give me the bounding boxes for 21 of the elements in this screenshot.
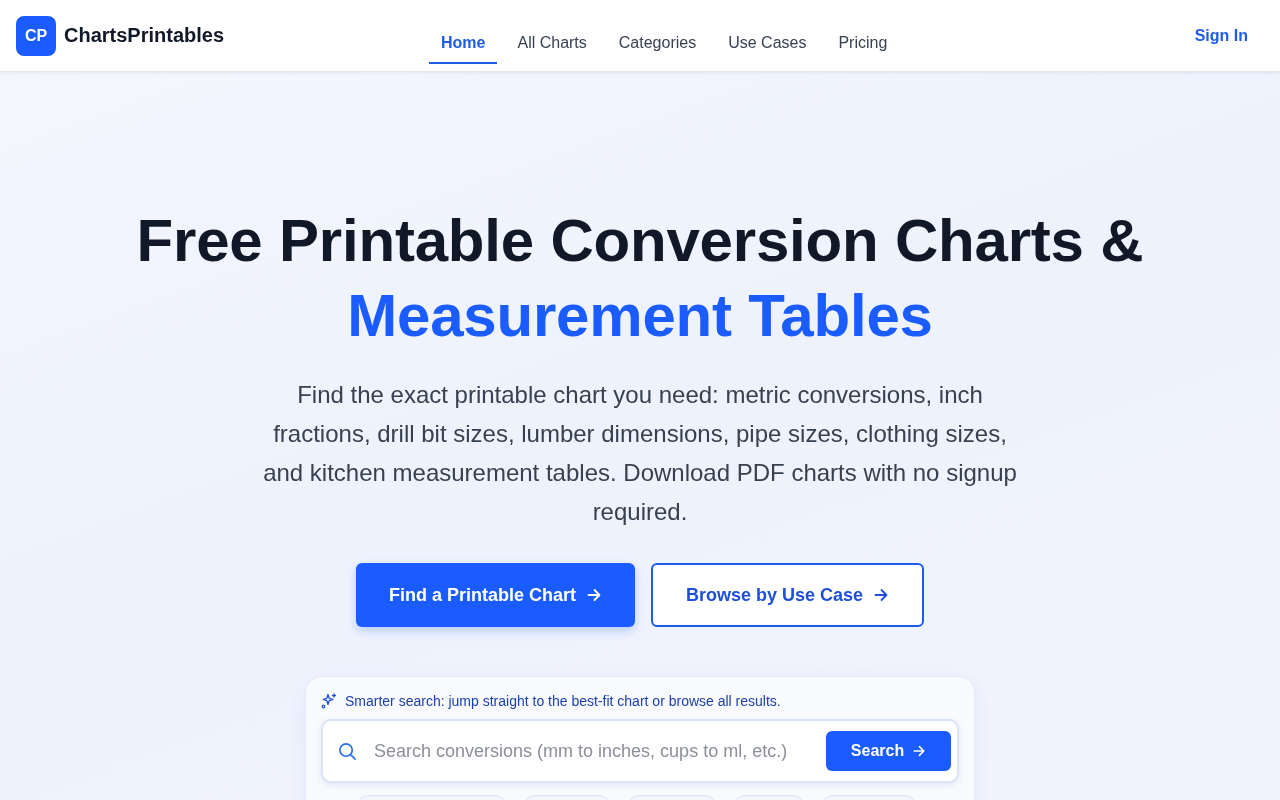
- search-field[interactable]: Search conversions (mm to inches, cups to ml, etc.) Search: [321, 719, 959, 783]
- nav-link[interactable]: Categories: [602, 24, 713, 64]
- nav-link[interactable]: Pricing: [822, 24, 904, 64]
- sparkle-icon: [321, 693, 337, 709]
- search-button[interactable]: Search: [826, 731, 951, 771]
- search-icon: [338, 741, 357, 761]
- nav-link[interactable]: Use Cases: [712, 24, 823, 64]
- arrow-right-icon: [586, 587, 602, 603]
- arrow-right-icon: [873, 587, 890, 603]
- arrow-right-icon: [912, 744, 927, 758]
- hero-description: Find the exact printable chart you need: metric conversions, inch fractions, drill bit sizes, lumber dimensions, pipe sizes, clothing sizes, and kitchen measurement tables. Download PDF charts with no signup required.: [262, 380, 1018, 527]
- brand-name[interactable]: ChartsPrintables: [64, 24, 225, 47]
- search-hint: Smarter search: jump straight to the best-fit chart or browse all results.: [345, 693, 781, 709]
- sign-in-link[interactable]: Sign In: [1194, 26, 1248, 45]
- hero-title-highlight: Measurement Tables: [347, 281, 933, 351]
- nav-link[interactable]: All Charts: [501, 24, 603, 64]
- find-chart-button[interactable]: Find a Printable Chart: [356, 563, 635, 627]
- logo-mark[interactable]: CP: [16, 15, 56, 56]
- nav-link[interactable]: Home: [429, 24, 498, 64]
- browse-use-case-button[interactable]: Browse by Use Case: [651, 563, 924, 627]
- hero-title: Free Printable Conversion Charts &: [136, 206, 1144, 276]
